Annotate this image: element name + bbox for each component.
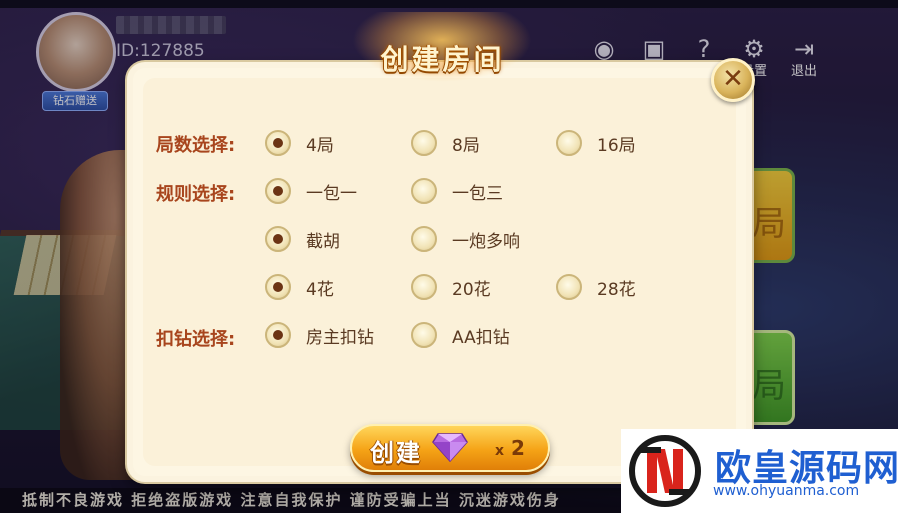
close-button[interactable]: ✕ <box>711 58 755 102</box>
create-room-dialog <box>127 62 752 482</box>
rounds-label: 局数选择: <box>156 135 236 156</box>
create-cost: x 2 <box>495 436 525 460</box>
rounds-option-4[interactable]: 4局 <box>265 129 334 157</box>
radio-unselected[interactable] <box>411 130 437 156</box>
flower-20-label: 20花 <box>452 279 491 300</box>
deduct-owner[interactable]: 房主扣钻 <box>265 321 374 349</box>
radio-unselected[interactable] <box>411 178 437 204</box>
diamond-icon <box>432 433 468 462</box>
flower-4[interactable]: 4花 <box>265 273 334 301</box>
dialog-title: 创建房间 <box>380 43 505 76</box>
radio-selected[interactable] <box>265 178 291 204</box>
rules-label: 规则选择: <box>156 184 236 205</box>
rounds-option-8[interactable]: 8局 <box>411 129 480 157</box>
rule-yibaoyi[interactable]: 一包一 <box>265 177 357 205</box>
radio-unselected[interactable] <box>411 322 437 348</box>
radio-selected[interactable] <box>265 322 291 348</box>
deduct-owner-label: 房主扣钻 <box>306 327 374 348</box>
rule-yibaosan[interactable]: 一包三 <box>411 177 503 205</box>
close-icon: ✕ <box>722 64 744 94</box>
rule-yipaoduoxiang-label: 一炮多响 <box>452 231 520 252</box>
create-room-button[interactable]: 创建 x 2 <box>350 424 550 472</box>
deduct-aa-label: AA扣钻 <box>452 327 510 348</box>
flower-20[interactable]: 20花 <box>411 273 491 301</box>
create-button-label: 创建 <box>370 439 422 467</box>
cost-value: 2 <box>511 436 525 460</box>
rule-yibaoyi-label: 一包一 <box>306 183 357 204</box>
cost-multiplier: x <box>495 443 505 459</box>
radio-unselected[interactable] <box>556 130 582 156</box>
rule-jiehu[interactable]: 截胡 <box>265 225 340 253</box>
radio-unselected[interactable] <box>411 274 437 300</box>
flower-28[interactable]: 28花 <box>556 273 636 301</box>
rounds-option-4-label: 4局 <box>306 135 334 156</box>
radio-unselected[interactable] <box>411 226 437 252</box>
rounds-option-16-label: 16局 <box>597 135 636 156</box>
watermark-logo-icon <box>629 435 701 507</box>
rounds-option-8-label: 8局 <box>452 135 480 156</box>
rule-jiehu-label: 截胡 <box>306 231 340 252</box>
rounds-option-16[interactable]: 16局 <box>556 129 636 157</box>
radio-selected[interactable] <box>265 130 291 156</box>
flower-28-label: 28花 <box>597 279 636 300</box>
diamond-deduct-label: 扣钻选择: <box>156 329 236 350</box>
rule-yipaoduoxiang[interactable]: 一炮多响 <box>411 225 520 253</box>
flower-4-label: 4花 <box>306 279 334 300</box>
radio-selected[interactable] <box>265 274 291 300</box>
radio-unselected[interactable] <box>556 274 582 300</box>
radio-selected[interactable] <box>265 226 291 252</box>
deduct-aa[interactable]: AA扣钻 <box>411 321 510 349</box>
watermark-url: www.ohyuanma.com <box>713 483 860 499</box>
watermark: 欧皇源码网 www.ohyuanma.com <box>621 429 898 513</box>
rule-yibaosan-label: 一包三 <box>452 183 503 204</box>
